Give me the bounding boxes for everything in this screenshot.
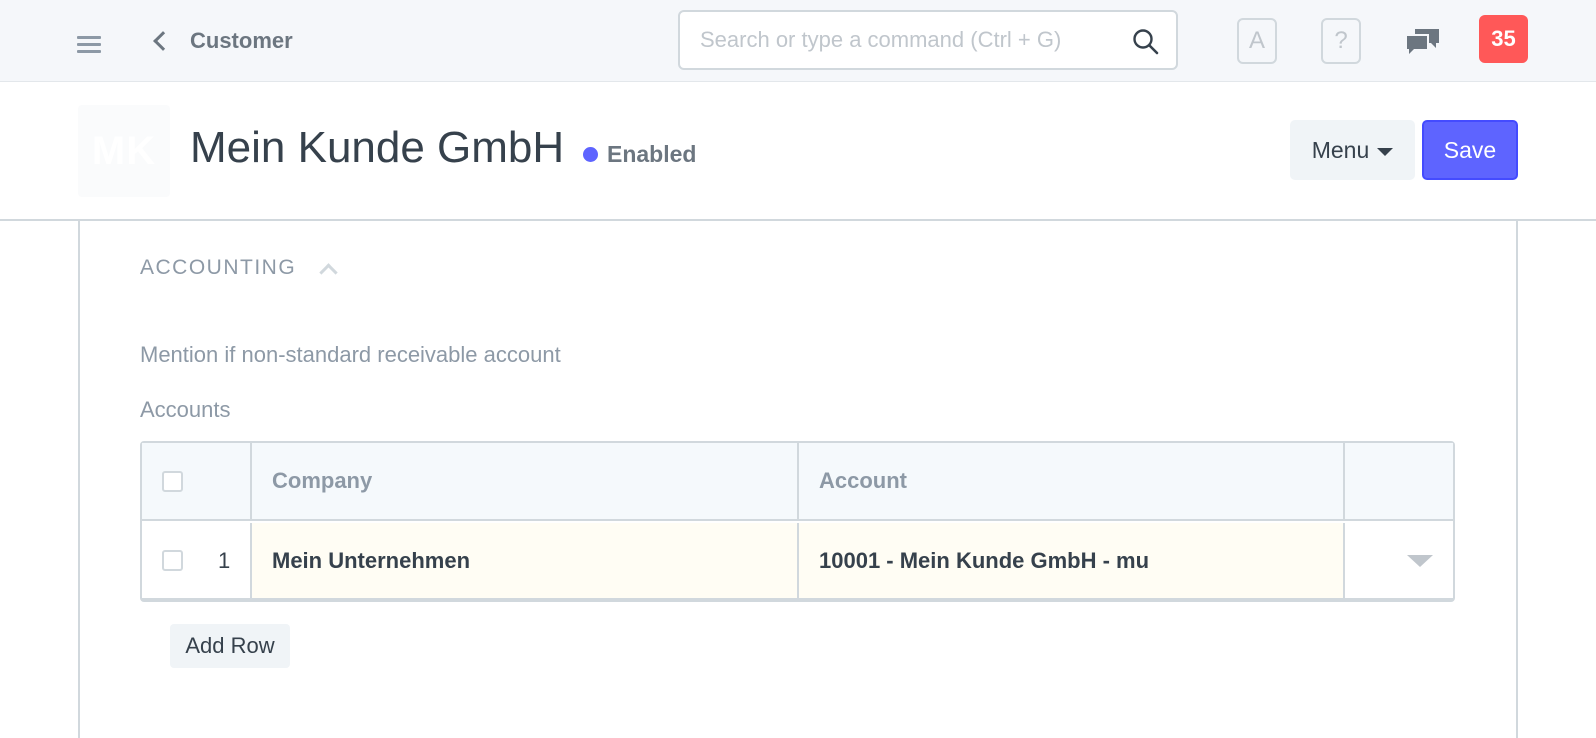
- section-header-accounting[interactable]: ACCOUNTING: [140, 256, 338, 282]
- section-title: ACCOUNTING: [140, 256, 297, 279]
- dropdown-caret-icon[interactable]: [1407, 554, 1433, 567]
- column-header-account: Account: [799, 443, 1345, 519]
- status-indicator: Enabled: [583, 141, 696, 168]
- select-all-cell: [142, 443, 252, 519]
- column-header-company: Company: [252, 443, 799, 519]
- customer-avatar: MK: [78, 105, 170, 197]
- user-avatar-button[interactable]: A: [1237, 18, 1277, 64]
- row-number: 1: [218, 547, 231, 573]
- accounts-table: Company Account 1 Mein Unternehmen 10001…: [140, 441, 1455, 602]
- table-row[interactable]: 1 Mein Unternehmen 10001 - Mein Kunde Gm…: [142, 523, 1453, 600]
- column-header-label: Account: [819, 468, 907, 493]
- account-cell[interactable]: 10001 - Mein Kunde GmbH - mu: [799, 523, 1345, 598]
- row-index-cell: 1: [142, 523, 252, 598]
- hamburger-icon[interactable]: [77, 36, 101, 56]
- select-all-checkbox[interactable]: [162, 470, 183, 492]
- company-value: Mein Unternehmen: [272, 547, 471, 573]
- search-input[interactable]: [700, 27, 1120, 53]
- chat-icon[interactable]: [1405, 26, 1441, 58]
- status-label: Enabled: [607, 141, 697, 167]
- search-box: [678, 10, 1178, 70]
- search-icon[interactable]: [1132, 28, 1160, 56]
- notification-badge[interactable]: 35: [1479, 15, 1528, 63]
- company-cell[interactable]: Mein Unternehmen: [252, 523, 799, 598]
- chevron-left-icon: [153, 31, 173, 51]
- menu-button-label: Menu: [1311, 136, 1370, 163]
- table-label: Accounts: [140, 397, 231, 422]
- back-to-customer-link[interactable]: Customer: [150, 26, 293, 56]
- page-header: MK Mein Kunde GmbH Enabled Menu Save: [0, 83, 1596, 221]
- row-checkbox[interactable]: [162, 550, 183, 571]
- navbar: Customer A ? 35: [0, 0, 1596, 82]
- menu-button[interactable]: Menu: [1290, 120, 1415, 180]
- account-value: 10001 - Mein Kunde GmbH - mu: [819, 547, 1150, 573]
- breadcrumb-label: Customer: [190, 28, 293, 53]
- chevron-up-icon: [319, 262, 338, 282]
- help-button[interactable]: ?: [1321, 18, 1361, 64]
- save-button[interactable]: Save: [1422, 120, 1518, 180]
- status-dot-icon: [583, 147, 598, 162]
- page-title: Mein Kunde GmbH: [190, 123, 565, 172]
- caret-down-icon: [1377, 147, 1394, 156]
- field-description: Mention if non-standard receivable accou…: [140, 342, 561, 367]
- table-header-row: Company Account: [142, 443, 1453, 521]
- column-header-label: Company: [272, 468, 373, 493]
- column-header-actions: [1345, 443, 1453, 519]
- row-actions-cell: [1345, 523, 1453, 598]
- add-row-button[interactable]: Add Row: [170, 624, 290, 668]
